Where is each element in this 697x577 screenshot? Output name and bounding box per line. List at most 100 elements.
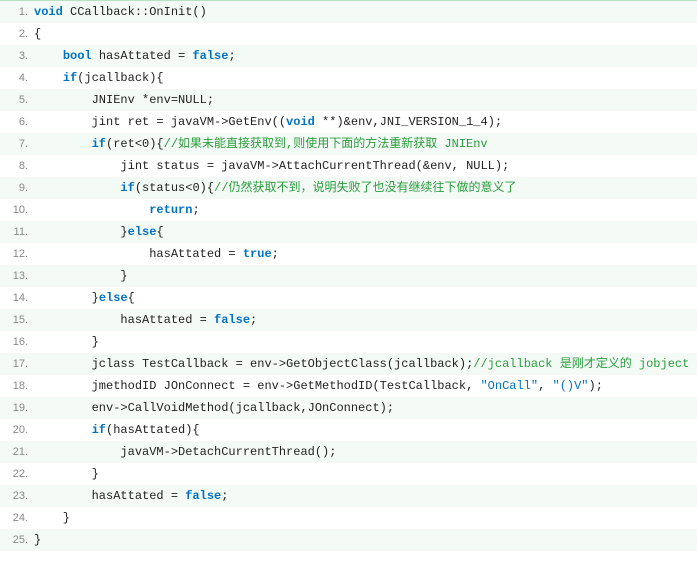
token-plain: ;	[272, 247, 279, 261]
token-plain	[34, 71, 63, 85]
line-number: 5.	[0, 92, 34, 108]
token-plain: jmethodID JOnConnect = env->GetMethodID(…	[34, 379, 480, 393]
line-number: 21.	[0, 444, 34, 460]
token-plain: (status<0){	[135, 181, 214, 195]
line-number: 16.	[0, 334, 34, 350]
token-str: "()V"	[553, 379, 589, 393]
token-plain	[34, 137, 92, 151]
code-line: 15. hasAttated = false;	[0, 309, 697, 331]
code-line: 12. hasAttated = true;	[0, 243, 697, 265]
token-plain	[34, 49, 63, 63]
token-plain: CCallback::OnInit()	[63, 5, 207, 19]
code-line: 11. }else{	[0, 221, 697, 243]
code-line: 10. return;	[0, 199, 697, 221]
token-kw: return	[149, 203, 192, 217]
line-number: 11.	[0, 224, 34, 240]
token-plain	[34, 181, 120, 195]
token-cmt: //jcallback 是刚才定义的 jobject 全局变量	[473, 357, 697, 371]
code-line: 14. }else{	[0, 287, 697, 309]
line-source: hasAttated = false;	[34, 488, 697, 504]
token-plain: {	[156, 225, 163, 239]
line-source: JNIEnv *env=NULL;	[34, 92, 697, 108]
code-line: 9. if(status<0){//仍然获取不到，说明失败了也没有继续往下做的意…	[0, 177, 697, 199]
token-plain: ;	[250, 313, 257, 327]
token-cmt: //如果未能直接获取到,则使用下面的方法重新获取 JNIEnv	[164, 137, 488, 151]
token-kw: void	[34, 5, 63, 19]
line-number: 2.	[0, 26, 34, 42]
token-kw: if	[92, 423, 106, 437]
line-number: 6.	[0, 114, 34, 130]
line-number: 19.	[0, 400, 34, 416]
line-number: 20.	[0, 422, 34, 438]
line-source: void CCallback::OnInit()	[34, 4, 697, 20]
code-line: 19. env->CallVoidMethod(jcallback,JOnCon…	[0, 397, 697, 419]
token-plain: {	[128, 291, 135, 305]
token-kw: false	[192, 49, 228, 63]
token-plain: }	[34, 291, 99, 305]
line-number: 22.	[0, 466, 34, 482]
code-line: 21. javaVM->DetachCurrentThread();	[0, 441, 697, 463]
code-line: 4. if(jcallback){	[0, 67, 697, 89]
code-line: 16. }	[0, 331, 697, 353]
line-source: }else{	[34, 224, 697, 240]
line-number: 9.	[0, 180, 34, 196]
token-kw: false	[185, 489, 221, 503]
code-line: 3. bool hasAttated = false;	[0, 45, 697, 67]
token-kw: else	[128, 225, 157, 239]
line-number: 4.	[0, 70, 34, 86]
token-plain: {	[34, 27, 41, 41]
token-plain: (hasAttated){	[106, 423, 200, 437]
line-number: 13.	[0, 268, 34, 284]
line-number: 1.	[0, 4, 34, 20]
line-source: {	[34, 26, 697, 42]
code-line: 1.void CCallback::OnInit()	[0, 1, 697, 23]
line-source: }	[34, 268, 697, 284]
token-plain: (jcallback){	[77, 71, 163, 85]
line-source: return;	[34, 202, 697, 218]
code-line: 23. hasAttated = false;	[0, 485, 697, 507]
line-source: if(ret<0){//如果未能直接获取到,则使用下面的方法重新获取 JNIEn…	[34, 136, 697, 152]
token-plain: ;	[221, 489, 228, 503]
token-kw: else	[99, 291, 128, 305]
line-source: jint status = javaVM->AttachCurrentThrea…	[34, 158, 697, 174]
code-line: 2.{	[0, 23, 697, 45]
line-source: }	[34, 510, 697, 526]
token-plain: }	[34, 533, 41, 547]
token-plain: hasAttated =	[34, 489, 185, 503]
line-source: if(jcallback){	[34, 70, 697, 86]
code-line: 25.}	[0, 529, 697, 551]
line-source: javaVM->DetachCurrentThread();	[34, 444, 697, 460]
line-source: }	[34, 532, 697, 548]
token-plain: jint status = javaVM->AttachCurrentThrea…	[34, 159, 509, 173]
token-plain: hasAttated =	[92, 49, 193, 63]
token-plain: env->CallVoidMethod(jcallback,JOnConnect…	[34, 401, 394, 415]
line-source: if(status<0){//仍然获取不到，说明失败了也没有继续往下做的意义了	[34, 180, 697, 196]
line-number: 3.	[0, 48, 34, 64]
token-plain: ,	[538, 379, 552, 393]
token-plain	[34, 423, 92, 437]
token-plain: jint ret = javaVM->GetEnv((	[34, 115, 286, 129]
token-plain: ;	[228, 49, 235, 63]
line-source: jmethodID JOnConnect = env->GetMethodID(…	[34, 378, 697, 394]
token-plain: }	[34, 269, 128, 283]
line-number: 17.	[0, 356, 34, 372]
code-line: 8. jint status = javaVM->AttachCurrentTh…	[0, 155, 697, 177]
token-kw: false	[214, 313, 250, 327]
token-plain: jclass TestCallback = env->GetObjectClas…	[34, 357, 473, 371]
line-source: if(hasAttated){	[34, 422, 697, 438]
code-block: 1.void CCallback::OnInit()2.{3. bool has…	[0, 0, 697, 551]
token-kw: void	[286, 115, 315, 129]
token-plain: }	[34, 511, 70, 525]
token-kw: if	[92, 137, 106, 151]
line-number: 15.	[0, 312, 34, 328]
line-source: env->CallVoidMethod(jcallback,JOnConnect…	[34, 400, 697, 416]
line-source: }	[34, 334, 697, 350]
token-plain: javaVM->DetachCurrentThread();	[34, 445, 336, 459]
line-number: 12.	[0, 246, 34, 262]
token-plain: ;	[192, 203, 199, 217]
code-line: 20. if(hasAttated){	[0, 419, 697, 441]
token-kw: if	[63, 71, 77, 85]
token-str: "OnCall"	[480, 379, 538, 393]
token-plain: }	[34, 225, 128, 239]
code-line: 17. jclass TestCallback = env->GetObject…	[0, 353, 697, 375]
